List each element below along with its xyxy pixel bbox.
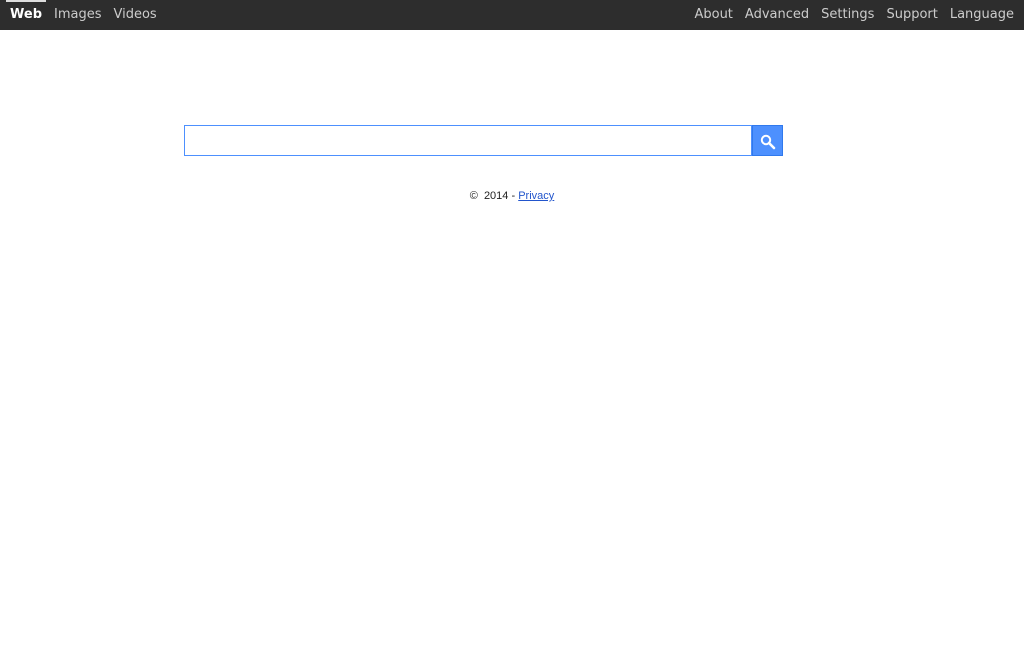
nav-images[interactable]: Images [48, 0, 108, 30]
nav-language[interactable]: Language [944, 0, 1020, 30]
nav-right-group: About Advanced Settings Support Language [688, 0, 1020, 30]
nav-support[interactable]: Support [880, 0, 943, 30]
nav-web[interactable]: Web [4, 0, 48, 30]
footer: © 2014 - Privacy [0, 190, 1024, 202]
copyright-year: 2014 [483, 190, 509, 202]
footer-separator: - [511, 190, 516, 202]
search-button[interactable] [752, 125, 783, 156]
nav-left-group: Web Images Videos [4, 0, 163, 30]
top-navigation-bar: Web Images Videos About Advanced Setting… [0, 0, 1024, 30]
nav-advanced[interactable]: Advanced [739, 0, 815, 30]
search-icon [760, 134, 776, 150]
copyright-symbol: © [469, 190, 478, 202]
nav-settings[interactable]: Settings [815, 0, 880, 30]
nav-about[interactable]: About [688, 0, 738, 30]
search-form [184, 125, 784, 156]
privacy-link[interactable]: Privacy [518, 190, 554, 202]
search-input[interactable] [184, 125, 752, 156]
nav-videos[interactable]: Videos [108, 0, 163, 30]
